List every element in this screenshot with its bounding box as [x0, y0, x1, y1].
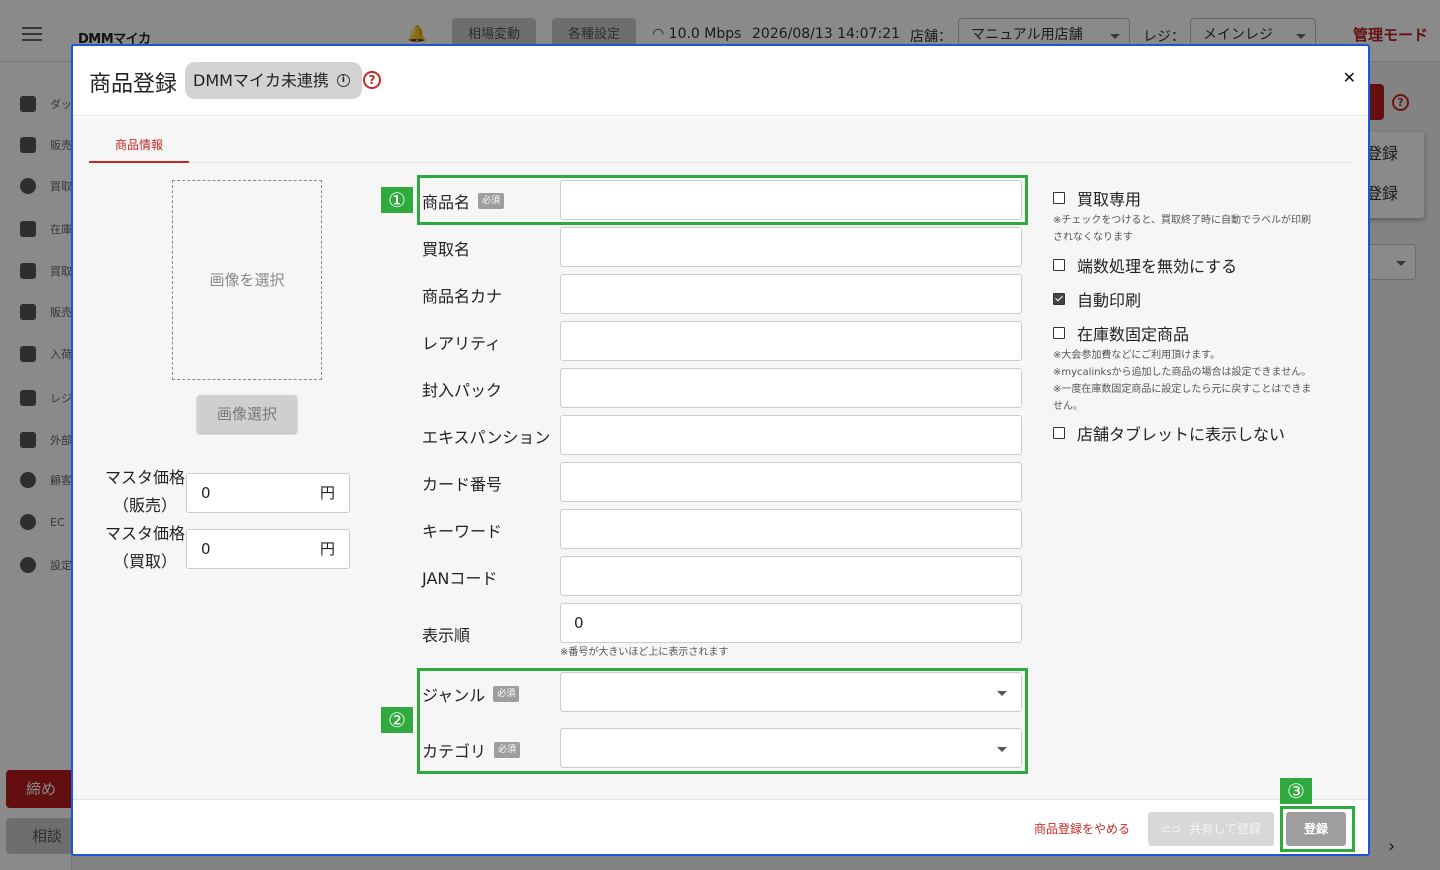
- link-icon: ⊂⊃: [1161, 822, 1182, 836]
- rarity-input[interactable]: [560, 321, 1022, 361]
- link-status-badge: DMMマイカ未連携 i: [185, 62, 362, 99]
- keyword-input[interactable]: [560, 509, 1022, 549]
- master-sell-price-input[interactable]: 0 円: [186, 473, 350, 513]
- buy-name-label: 買取名: [422, 240, 471, 259]
- highlight-box-2: [417, 668, 1028, 774]
- master-price-label-line: マスタ価格: [105, 468, 186, 487]
- annotation-badge-2: ②: [381, 707, 413, 733]
- tab-bar: 商品情報: [89, 117, 1353, 163]
- auto-print-checkbox-row[interactable]: 自動印刷: [1053, 287, 1141, 311]
- highlight-box-1: [417, 175, 1028, 225]
- checkbox-label: 端数処理を無効にする: [1077, 257, 1238, 276]
- checkbox-label: 在庫数固定商品: [1077, 325, 1190, 344]
- pack-input[interactable]: [560, 368, 1022, 408]
- hide-tablet-checkbox-row[interactable]: 店舗タブレットに表示しない: [1053, 421, 1285, 445]
- master-price-label-line: （販売）: [113, 496, 178, 515]
- note-line: せん。: [1053, 401, 1083, 412]
- card-number-input[interactable]: [560, 462, 1022, 502]
- modal-title: 商品登録: [89, 72, 178, 97]
- jan-code-input[interactable]: [560, 556, 1022, 596]
- card-number-label: カード番号: [422, 475, 503, 494]
- note-line: ※一度在庫数固定商品に設定したら元に戻すことはできま: [1053, 384, 1312, 395]
- product-register-modal: 商品登録 DMMマイカ未連携 i ? ✕ 商品情報 画像を選択 画像選択 マスタ…: [71, 44, 1370, 856]
- modal-footer: 商品登録をやめる ⊂⊃ 共有して登録 登録: [73, 799, 1368, 854]
- yen-unit: 円: [319, 484, 335, 502]
- info-icon[interactable]: i: [336, 74, 350, 87]
- fixed-stock-note: ※大会参加費などにご利用頂けます。 ※mycalinksから追加した商品の場合は…: [1053, 347, 1311, 415]
- display-order-input[interactable]: 0: [560, 603, 1022, 643]
- disable-rounding-checkbox[interactable]: [1053, 259, 1065, 271]
- keyword-label: キーワード: [422, 522, 503, 541]
- note-line: されなくなります: [1053, 232, 1133, 243]
- checkbox-label: 店舗タブレットに表示しない: [1077, 425, 1286, 444]
- note-line: ※大会参加費などにご利用頂けます。: [1053, 350, 1221, 361]
- master-price-label-line: マスタ価格: [105, 524, 186, 543]
- image-dropzone[interactable]: 画像を選択: [172, 180, 322, 380]
- rarity-label: レアリティ: [422, 334, 502, 353]
- product-kana-label: 商品名カナ: [422, 287, 503, 306]
- share-register-label: 共有して登録: [1189, 822, 1261, 836]
- buy-only-checkbox-row[interactable]: 買取専用: [1053, 186, 1141, 210]
- modal-header: 商品登録 DMMマイカ未連携 i ? ✕: [73, 46, 1368, 116]
- link-status-text: DMMマイカ未連携: [193, 71, 329, 90]
- master-buy-price-value: 0: [201, 540, 211, 558]
- product-kana-input[interactable]: [560, 274, 1022, 314]
- expansion-input[interactable]: [560, 415, 1022, 455]
- master-buy-price-input[interactable]: 0 円: [186, 529, 350, 569]
- checkbox-label: 買取専用: [1077, 190, 1142, 209]
- fixed-stock-checkbox[interactable]: [1053, 327, 1065, 339]
- pack-label: 封入パック: [422, 381, 503, 400]
- modal-body: 商品情報 画像を選択 画像選択 マスタ価格 （販売） 0 円 マスタ価格 （買取…: [73, 117, 1368, 799]
- cancel-register-link[interactable]: 商品登録をやめる: [1034, 820, 1130, 837]
- master-price-label-line: （買取）: [113, 552, 178, 571]
- note-line: ※チェックをつけると、買取終了時に自動でラベルが印刷: [1053, 215, 1311, 226]
- help-icon[interactable]: ?: [363, 71, 381, 89]
- fixed-stock-checkbox-row[interactable]: 在庫数固定商品: [1053, 321, 1189, 345]
- display-order-label: 表示順: [422, 626, 471, 645]
- disable-rounding-checkbox-row[interactable]: 端数処理を無効にする: [1053, 253, 1237, 277]
- auto-print-checkbox[interactable]: [1053, 293, 1065, 305]
- checkbox-label: 自動印刷: [1077, 291, 1142, 310]
- jan-code-label: JANコード: [422, 569, 498, 588]
- master-buy-price-label: マスタ価格 （買取）: [105, 520, 185, 576]
- tab-product-info[interactable]: 商品情報: [89, 117, 189, 163]
- share-register-button[interactable]: ⊂⊃ 共有して登録: [1148, 812, 1274, 846]
- buy-only-checkbox[interactable]: [1053, 192, 1065, 204]
- note-line: ※mycalinksから追加した商品の場合は設定できません。: [1053, 367, 1312, 378]
- display-order-hint: ※番号が大きいほど上に表示されます: [560, 647, 729, 658]
- hide-tablet-checkbox[interactable]: [1053, 427, 1065, 439]
- annotation-badge-1: ①: [381, 187, 413, 213]
- close-icon[interactable]: ✕: [1343, 68, 1356, 87]
- yen-unit: 円: [319, 540, 335, 558]
- buy-only-note: ※チェックをつけると、買取終了時に自動でラベルが印刷 されなくなります: [1053, 212, 1311, 246]
- master-sell-price-label: マスタ価格 （販売）: [105, 464, 185, 520]
- image-select-button[interactable]: 画像選択: [197, 395, 297, 433]
- annotation-badge-3: ③: [1280, 778, 1312, 804]
- buy-name-input[interactable]: [560, 227, 1022, 267]
- highlight-box-3: [1280, 806, 1355, 852]
- master-sell-price-value: 0: [201, 484, 211, 502]
- expansion-label: エキスパンション: [422, 428, 551, 447]
